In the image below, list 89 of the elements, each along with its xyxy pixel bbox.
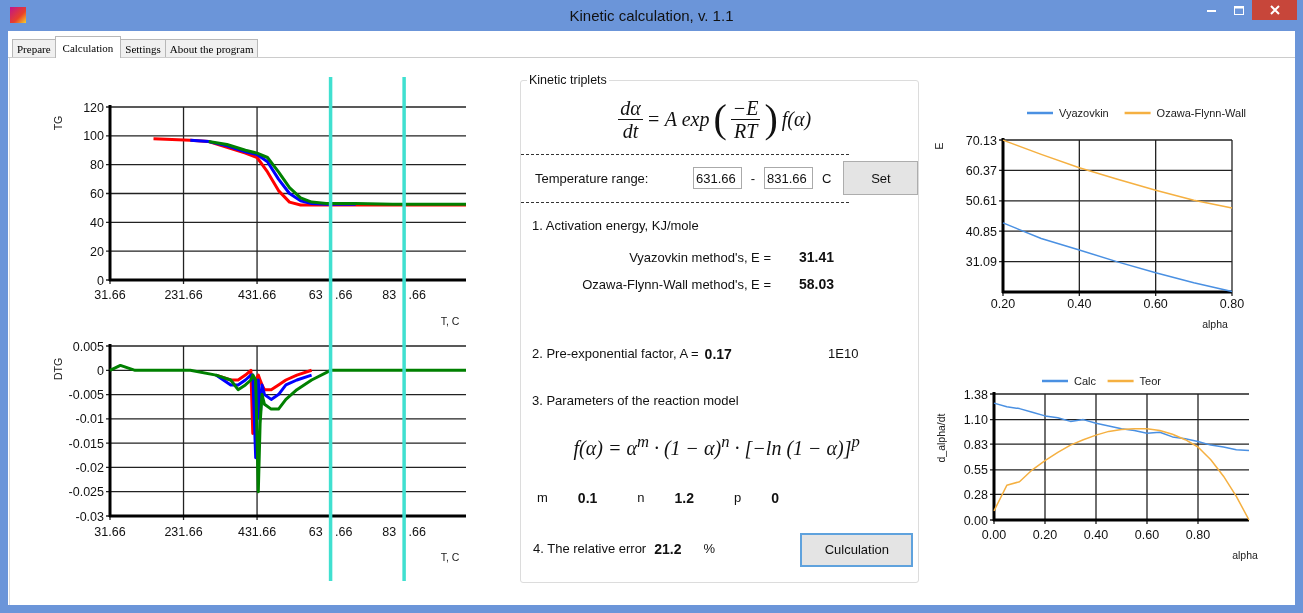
parameter-value: 0.1: [577, 488, 598, 508]
result-value: 58.03: [799, 275, 835, 294]
y-tick-label: 70.13: [966, 133, 998, 148]
y-tick-label: 40.85: [966, 224, 998, 239]
y-tick-label: -0.005: [68, 388, 104, 403]
y-tick-label: -0.01: [75, 412, 104, 427]
y-tick-label: 1.10: [964, 413, 989, 428]
x-tick-label: 0.80: [1220, 297, 1245, 311]
numerator: −E: [730, 96, 761, 120]
x-axis-title: alpha: [1232, 549, 1259, 561]
x-tick-label: 31.66: [94, 288, 126, 302]
section-heading: 1. Activation energy, KJ/mole: [532, 217, 700, 235]
y-tick-label: -0.015: [68, 436, 104, 451]
y-tick-label: 0.55: [964, 463, 989, 478]
x-tick-label: 83 .66: [382, 288, 426, 302]
parenthesis: ): [764, 99, 778, 139]
multiplier-text: 1E10: [828, 345, 859, 363]
result-value: 31.41: [799, 248, 835, 267]
x-tick-label: 83 .66: [382, 525, 426, 539]
denominator: dt: [621, 119, 640, 142]
x-axis-title: T, C: [440, 315, 460, 327]
legend-label: Vyazovkin: [1059, 107, 1110, 119]
parameter-label: m: [537, 488, 548, 507]
x-tick-label: 231.66: [164, 288, 203, 302]
x-tick-label: 31.66: [94, 525, 126, 539]
y-tick-label: 0.00: [964, 513, 989, 528]
legend-label: Calc: [1074, 375, 1097, 387]
y-tick-label: 31.09: [966, 255, 998, 270]
x-tick-label: 0.80: [1186, 528, 1211, 542]
result-value: 0.17: [704, 345, 732, 364]
x-tick-label: 63 .66: [308, 525, 353, 539]
x-tick-label: 0.40: [1067, 297, 1092, 311]
y-tick-label: 0.83: [964, 437, 989, 452]
y-tick-label: -0.025: [68, 485, 104, 500]
formula-text: = A exp: [646, 107, 710, 131]
parenthesis: (: [713, 99, 727, 139]
field-label: Temperature range:: [535, 170, 650, 186]
parameter-value: 0: [771, 488, 780, 508]
denominator: RT: [732, 119, 760, 142]
y-axis-title: E: [933, 142, 946, 150]
x-axis-title: alpha: [1202, 318, 1229, 330]
formula-text: f(α): [781, 107, 812, 131]
section-heading: 3. Parameters of the reaction model: [532, 392, 740, 410]
legend-label: Ozawa-Flynn-Wall: [1157, 107, 1247, 119]
unit-label: C: [822, 170, 832, 186]
x-axis-title: T, C: [440, 551, 460, 563]
parameter-label: p: [734, 488, 742, 507]
y-tick-label: 0: [97, 363, 104, 378]
y-tick-label: 0.28: [964, 487, 989, 502]
x-tick-label: 431.66: [237, 288, 277, 302]
y-tick-label: 100: [83, 129, 104, 144]
y-tick-label: 50.61: [966, 194, 998, 209]
y-tick-label: -0.03: [75, 509, 104, 524]
y-axis-title: d_alpha/dt: [935, 413, 948, 463]
y-tick-label: 80: [90, 158, 104, 173]
y-tick-label: 120: [83, 100, 104, 115]
x-tick-label: 431.66: [237, 525, 277, 539]
x-tick-label: 0.60: [1143, 297, 1169, 311]
result-label: 2. Pre-exponential factor, A =: [532, 345, 699, 363]
y-tick-label: 0: [97, 273, 104, 288]
unit-label: %: [703, 539, 715, 558]
x-tick-label: 63 .66: [308, 288, 353, 302]
x-tick-label: 0.60: [1135, 528, 1160, 542]
x-tick-label: 0.40: [1084, 528, 1109, 542]
y-tick-label: 0.005: [72, 339, 104, 354]
legend-label: Teor: [1140, 375, 1162, 387]
numerator: dα: [618, 96, 643, 120]
y-tick-label: 20: [90, 244, 104, 259]
separator-text: -: [749, 170, 757, 186]
y-tick-label: 60: [90, 187, 104, 201]
parameter-value: 1.2: [674, 488, 694, 508]
x-tick-label: 0.20: [1033, 528, 1058, 542]
window-title: Kinetic calculation, v. 1.1: [568, 7, 735, 24]
result-value: 21.2: [654, 539, 682, 559]
y-tick-label: -0.02: [75, 460, 104, 475]
result-label: Ozawa-Flynn-Wall method's, E =: [582, 276, 771, 294]
y-tick-label: 60.37: [966, 163, 998, 178]
parameter-label: n: [637, 488, 645, 507]
y-axis-title: TG: [52, 115, 64, 131]
result-label: Vyazovkin method's, E =: [629, 249, 771, 267]
result-label: 4. The relative error: [533, 539, 647, 558]
y-tick-label: 40: [90, 215, 104, 230]
x-tick-label: 231.66: [164, 525, 203, 539]
y-axis-title: DTG: [52, 357, 64, 381]
group-title: Kinetic triplets: [528, 73, 608, 87]
x-tick-label: 0.20: [991, 297, 1016, 311]
y-tick-label: 1.38: [964, 387, 989, 402]
x-tick-label: 0.00: [982, 528, 1007, 542]
model-formula: f(α) = α$^{m}$ · (1 − α)$^{n}$ · [−ln (1 − α)]$^{p}$: [573, 436, 860, 459]
